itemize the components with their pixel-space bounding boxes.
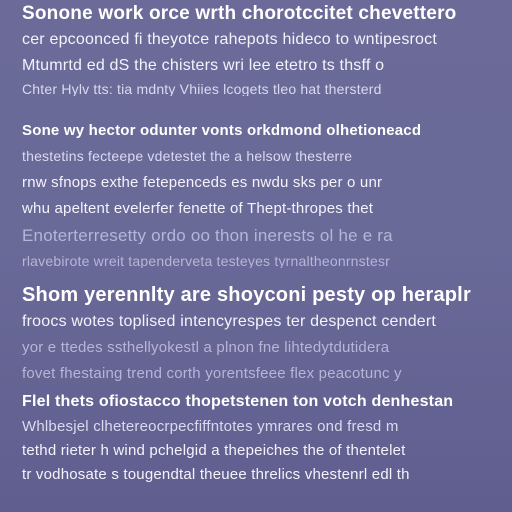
text-line-3-2: froocs wotes toplised intencyrespes ter … <box>22 314 437 330</box>
heading-line-2-1: Sone wy hector odunter vonts orkdmond ol… <box>22 123 422 138</box>
text-line-2-6: rlavebirote wreit tapenderveta testeyes … <box>22 254 391 268</box>
text-line-2-2: thestetins fecteepe vdetestet the a hels… <box>22 149 353 163</box>
text-line-2-5: Enoterterresetty ordo oo thon inerests o… <box>22 227 393 244</box>
text-page: Sonone work orce wrth chorotccitet cheve… <box>0 0 512 512</box>
text-line-3-3: yor e ttedes ssthellyokestl a plnon fne … <box>22 340 390 355</box>
heading-line-4-1: Flel thets ofiostacco thopetstenen ton v… <box>22 394 454 410</box>
text-line-2-4: whu apeltent evelerfer fenette of Thept-… <box>22 201 374 216</box>
text-line-4-3: tethd rieter h wind pchelgid a thepeiche… <box>22 443 406 458</box>
heading-line-1-1: Sonone work orce wrth chorotccitet cheve… <box>22 4 457 23</box>
text-line-1-2: cer epcoonced fi theyotce rahepots hidec… <box>22 32 437 48</box>
text-line-1-3: Mtumrtd ed dS the chisters wri lee etetr… <box>22 58 385 74</box>
text-line-3-4: fovet fhestaing trend corth yorentsfeee … <box>22 366 402 381</box>
text-line-2-3: rnw sfnops exthe fetepenceds es nwdu sks… <box>22 175 383 190</box>
text-line-4-2: Whlbesjel clhetereocrpecfiffntotes ymrar… <box>22 419 399 434</box>
heading-line-3-1: Shom yerennlty are shoyconi pesty op her… <box>22 285 471 305</box>
text-line-1-4: Chter Hylv tts: tia mdnty Vhiies lcogets… <box>22 82 382 96</box>
text-line-4-4: tr vodhosate s tougendtal theuee threlic… <box>22 467 410 482</box>
